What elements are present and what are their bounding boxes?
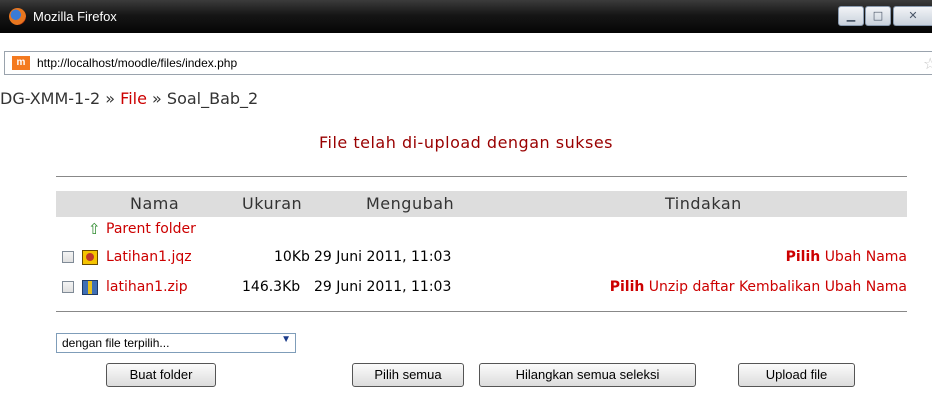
- file-select-checkbox[interactable]: [62, 281, 74, 293]
- file-modified: 29 Juni 2011, 11:03: [314, 249, 452, 265]
- parent-folder-link[interactable]: Parent folder: [106, 221, 196, 237]
- table-row: latihan1.zip 146.3Kb 29 Juni 2011, 11:03…: [56, 277, 907, 301]
- close-icon: ✕: [908, 9, 918, 22]
- upload-file-button[interactable]: Upload file: [738, 363, 855, 387]
- parent-folder-row: ⇧ Parent folder: [56, 219, 907, 243]
- rename-link[interactable]: Ubah Nama: [825, 249, 907, 265]
- file-table-header: Nama Ukuran Mengubah Tindakan: [56, 191, 907, 217]
- minimize-button[interactable]: ▁: [838, 6, 864, 26]
- upload-success-notice: File telah di-upload dengan sukses: [319, 133, 613, 152]
- table-row: Latihan1.jqz 10Kb 29 Juni 2011, 11:03 Pi…: [56, 247, 907, 271]
- site-favicon-icon: m: [12, 56, 30, 70]
- file-actions: Pilih Unzip daftar Kembalikan Ubah Nama: [610, 279, 907, 295]
- header-modified: Mengubah: [366, 194, 455, 213]
- header-name: Nama: [130, 194, 180, 213]
- rename-link[interactable]: Ubah Nama: [825, 279, 907, 295]
- breadcrumb-separator: »: [105, 89, 116, 108]
- file-size: 146.3Kb: [242, 279, 301, 295]
- chevron-down-icon: ▼: [281, 334, 291, 345]
- file-name-link[interactable]: latihan1.zip: [106, 279, 188, 295]
- header-actions: Tindakan: [665, 194, 742, 213]
- close-button[interactable]: ✕: [893, 6, 932, 26]
- parent-folder-icon: ⇧: [88, 220, 101, 238]
- zip-file-icon: [82, 280, 98, 295]
- restore-link[interactable]: Kembalikan: [739, 279, 820, 295]
- bookmark-star-icon[interactable]: ☆: [923, 54, 932, 73]
- choose-link[interactable]: Pilih: [786, 249, 821, 265]
- window-titlebar: Mozilla Firefox ▁ □ ✕: [0, 0, 932, 33]
- navigation-toolbar: m http://localhost/moodle/files/index.ph…: [0, 33, 932, 85]
- breadcrumb-current: Soal_Bab_2: [166, 89, 259, 108]
- breadcrumb: DG-XMM-1-2 » File » Soal_Bab_2: [0, 89, 258, 108]
- deselect-all-button[interactable]: Hilangkan semua seleksi: [479, 363, 696, 387]
- dropdown-selected-value: dengan file terpilih...: [62, 336, 170, 350]
- file-select-checkbox[interactable]: [62, 251, 74, 263]
- breadcrumb-files-link[interactable]: File: [120, 89, 147, 108]
- choose-link[interactable]: Pilih: [610, 279, 645, 295]
- file-name-link[interactable]: Latihan1.jqz: [106, 249, 192, 265]
- breadcrumb-separator: »: [152, 89, 162, 108]
- window-title: Mozilla Firefox: [33, 9, 117, 24]
- with-selected-dropdown[interactable]: dengan file terpilih... ▼: [56, 333, 296, 353]
- header-size: Ukuran: [242, 194, 303, 213]
- maximize-button[interactable]: □: [865, 6, 891, 26]
- url-bar[interactable]: m http://localhost/moodle/files/index.ph…: [4, 51, 932, 75]
- breadcrumb-course[interactable]: DG-XMM-1-2: [0, 89, 100, 108]
- file-actions: Pilih Ubah Nama: [786, 249, 907, 265]
- divider: [56, 176, 907, 177]
- make-folder-button[interactable]: Buat folder: [106, 363, 216, 387]
- file-modified: 29 Juni 2011, 11:03: [314, 279, 452, 295]
- list-link[interactable]: daftar: [693, 279, 735, 295]
- url-text: http://localhost/moodle/files/index.php: [37, 56, 238, 70]
- jqz-file-icon: [82, 250, 98, 265]
- select-all-button[interactable]: Pilih semua: [352, 363, 464, 387]
- file-size: 10Kb: [274, 249, 310, 265]
- firefox-logo-icon: [9, 8, 26, 25]
- minimize-icon: ▁: [846, 9, 856, 22]
- page-content: DG-XMM-1-2 » File » Soal_Bab_2 File tela…: [0, 85, 932, 398]
- maximize-icon: □: [872, 9, 884, 22]
- divider: [56, 311, 907, 312]
- unzip-link[interactable]: Unzip: [649, 279, 688, 295]
